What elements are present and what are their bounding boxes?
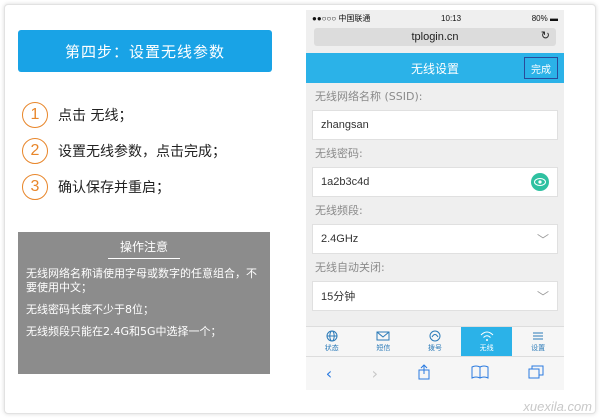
tabs-icon[interactable] [528, 364, 544, 383]
step-item: 3 确认保存并重启； [22, 174, 226, 200]
share-icon[interactable] [417, 363, 431, 384]
step-number: 1 [22, 102, 48, 128]
ssid-field[interactable]: zhangsan [312, 110, 558, 140]
note-line: 无线密码长度不少于8位； [26, 303, 154, 316]
browser-toolbar: ‹ › [306, 356, 564, 390]
phone-screen: ●●○○○ 中国联通 10:13 80% ▬ tplogin.cn ↻ 无线设置… [306, 10, 564, 390]
url-bar[interactable]: tplogin.cn ↻ [314, 28, 556, 46]
note-title: 操作注意 [107, 238, 180, 259]
band-select[interactable]: 2.4GHz ﹀ [312, 224, 558, 254]
reload-icon[interactable]: ↻ [541, 29, 550, 42]
globe-icon [326, 330, 338, 342]
password-label: 无线密码: [315, 147, 363, 160]
tab-settings[interactable]: 设置 [512, 327, 564, 356]
done-button[interactable]: 完成 [524, 57, 558, 79]
battery-text: 80% ▬ [531, 13, 558, 23]
tab-sms[interactable]: 短信 [358, 327, 410, 356]
back-icon[interactable]: ‹ [326, 364, 332, 383]
page-header: 无线设置 完成 [306, 53, 564, 83]
step-number: 3 [22, 174, 48, 200]
battery-icon: ▬ [549, 13, 558, 23]
carrier-text: ●●○○○ 中国联通 [312, 13, 371, 23]
band-label: 无线频段: [315, 204, 363, 217]
eye-icon[interactable] [531, 173, 549, 191]
note-line: 无线网络名称请使用字母或数字的任意组合，不要使用中文； [26, 267, 257, 294]
menu-icon [533, 332, 544, 340]
step-text: 确认保存并重启； [58, 180, 170, 196]
chevron-down-icon: ﹀ [536, 232, 549, 247]
watermark: xuexila.com [523, 399, 592, 414]
bookmarks-icon[interactable] [471, 364, 489, 383]
step-banner: 第四步：设置无线参数 [18, 30, 272, 72]
step-item: 2 设置无线参数，点击完成； [22, 138, 226, 164]
ssid-label: 无线网络名称 (SSID): [315, 90, 423, 103]
step-text: 设置无线参数，点击完成； [58, 144, 226, 160]
dialup-icon [429, 330, 441, 342]
url-text: tplogin.cn [411, 31, 459, 43]
clock-text: 10:13 [441, 13, 462, 23]
tab-dialup[interactable]: 拨号 [409, 327, 461, 356]
status-bar: ●●○○○ 中国联通 10:13 80% ▬ [306, 10, 564, 26]
note-line: 无线频段只能在2.4G和5G中选择一个； [26, 325, 222, 338]
page-title: 无线设置 [410, 61, 459, 76]
tab-status[interactable]: 状态 [306, 327, 358, 356]
note-box: 操作注意 无线网络名称请使用字母或数字的任意组合，不要使用中文； 无线密码长度不… [18, 232, 270, 374]
step-list: 1 点击 无线； 2 设置无线参数，点击完成； 3 确认保存并重启； [22, 102, 226, 210]
auto-off-label: 无线自动关闭: [315, 261, 385, 274]
step-number: 2 [22, 138, 48, 164]
forward-icon[interactable]: › [372, 364, 378, 383]
wireless-form: 无线网络名称 (SSID): zhangsan 无线密码: 1a2b3c4d 无… [306, 89, 564, 311]
step-text: 点击 无线； [58, 108, 133, 124]
wifi-icon [480, 331, 493, 341]
step-item: 1 点击 无线； [22, 102, 226, 128]
auto-off-select[interactable]: 15分钟 ﹀ [312, 281, 558, 311]
mail-icon [376, 331, 390, 341]
tab-bar: 状态 短信 拨号 无线 设置 [306, 326, 564, 356]
chevron-down-icon: ﹀ [536, 289, 549, 304]
tab-wireless[interactable]: 无线 [460, 327, 513, 356]
password-field[interactable]: 1a2b3c4d [312, 167, 558, 197]
